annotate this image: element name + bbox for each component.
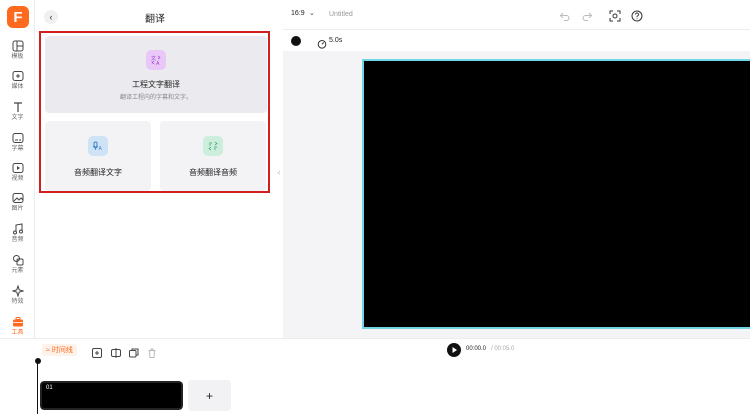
duplicate-icon[interactable] bbox=[129, 345, 139, 358]
help-icon[interactable] bbox=[631, 9, 643, 22]
rail-item-label: 视频 bbox=[11, 176, 24, 182]
music-icon bbox=[12, 223, 23, 235]
redo-icon[interactable] bbox=[581, 9, 593, 21]
background-color-picker[interactable] bbox=[291, 36, 301, 46]
rail-item-label: 字幕 bbox=[11, 146, 24, 152]
video-preview[interactable] bbox=[362, 59, 750, 329]
rail-item-label: 特效 bbox=[11, 299, 24, 305]
top-bar: 16:9 ⌄ Untitled bbox=[283, 0, 750, 30]
rail-item-subtitle[interactable]: 字幕 bbox=[0, 132, 35, 160]
subtitle-icon bbox=[12, 133, 23, 143]
rail-item-image[interactable]: 图片 bbox=[0, 192, 35, 220]
canvas-toolbar: 5.0s bbox=[283, 31, 750, 51]
highlight-box bbox=[39, 31, 270, 193]
rail-item-label: 图片 bbox=[11, 206, 24, 212]
current-time: 00:00.0 bbox=[466, 346, 487, 352]
document-title[interactable]: Untitled bbox=[329, 11, 353, 18]
chevron-left-icon: ‹ bbox=[277, 167, 281, 177]
text-icon bbox=[13, 102, 22, 112]
aspect-ratio-select[interactable]: 16:9 bbox=[291, 10, 305, 17]
play-button[interactable] bbox=[447, 343, 461, 357]
panel-title: 翻译 bbox=[145, 14, 165, 25]
screen-capture-icon[interactable] bbox=[609, 9, 621, 22]
sparkle-icon bbox=[11, 285, 24, 297]
rail-item-audio[interactable]: 音频 bbox=[0, 223, 35, 251]
app-logo[interactable]: F bbox=[7, 6, 29, 28]
playhead-line bbox=[37, 361, 38, 414]
clip-number: 01 bbox=[46, 385, 53, 391]
rail-item-label: 模板 bbox=[11, 54, 24, 60]
delete-icon[interactable] bbox=[147, 345, 157, 358]
rail-item-label: 音频 bbox=[11, 237, 24, 243]
canvas-area bbox=[283, 51, 750, 338]
left-rail: F 模板 媒体 文字 字幕 视频 图片 音频 元素 特效 工具 bbox=[0, 0, 35, 338]
rail-item-label: 媒体 bbox=[11, 84, 24, 90]
plus-icon: + bbox=[205, 388, 213, 403]
rail-item-effects[interactable]: 特效 bbox=[0, 285, 35, 313]
total-time-value: 00:05.0 bbox=[494, 346, 515, 352]
toolbox-icon bbox=[12, 317, 23, 327]
timeline-label: 时间线 bbox=[51, 347, 73, 354]
play-icon bbox=[452, 347, 457, 353]
rail-item-template[interactable]: 模板 bbox=[0, 40, 35, 68]
video-icon bbox=[12, 163, 23, 173]
timeline: ≈ 时间线 00:00.0 / 00:05.0 01 + bbox=[0, 338, 750, 414]
rail-item-element[interactable]: 元素 bbox=[0, 254, 35, 282]
timeline-icon: ≈ bbox=[46, 346, 50, 354]
image-icon bbox=[12, 193, 23, 203]
add-track-icon[interactable] bbox=[92, 345, 102, 358]
timeline-toggle[interactable]: ≈ 时间线 bbox=[42, 344, 77, 356]
chevron-down-icon[interactable]: ⌄ bbox=[309, 9, 315, 17]
playhead-handle[interactable] bbox=[35, 358, 41, 364]
shapes-icon bbox=[12, 255, 23, 266]
duration-value[interactable]: 5.0s bbox=[329, 37, 342, 44]
rail-item-label: 工具 bbox=[11, 330, 24, 336]
rail-item-label: 元素 bbox=[11, 268, 24, 274]
split-icon[interactable] bbox=[111, 345, 121, 358]
stopwatch-icon[interactable] bbox=[317, 36, 327, 49]
rail-item-media[interactable]: 媒体 bbox=[0, 70, 35, 98]
undo-icon[interactable] bbox=[559, 9, 571, 21]
layout-icon bbox=[12, 40, 23, 52]
translate-panel: ‹ 翻译 文A 工程文字翻译 翻译工程内的字幕和文字。 A 音频翻译文字 音频翻… bbox=[35, 0, 275, 338]
panel-collapse-handle[interactable]: ‹ bbox=[275, 162, 283, 182]
rail-item-video[interactable]: 视频 bbox=[0, 162, 35, 190]
add-clip-button[interactable]: + bbox=[188, 380, 231, 411]
timeline-clip[interactable]: 01 bbox=[39, 380, 184, 411]
rail-item-text[interactable]: 文字 bbox=[0, 101, 35, 129]
media-add-icon bbox=[12, 71, 23, 81]
rail-item-label: 文字 bbox=[11, 115, 24, 121]
total-time: / 00:05.0 bbox=[491, 346, 514, 352]
